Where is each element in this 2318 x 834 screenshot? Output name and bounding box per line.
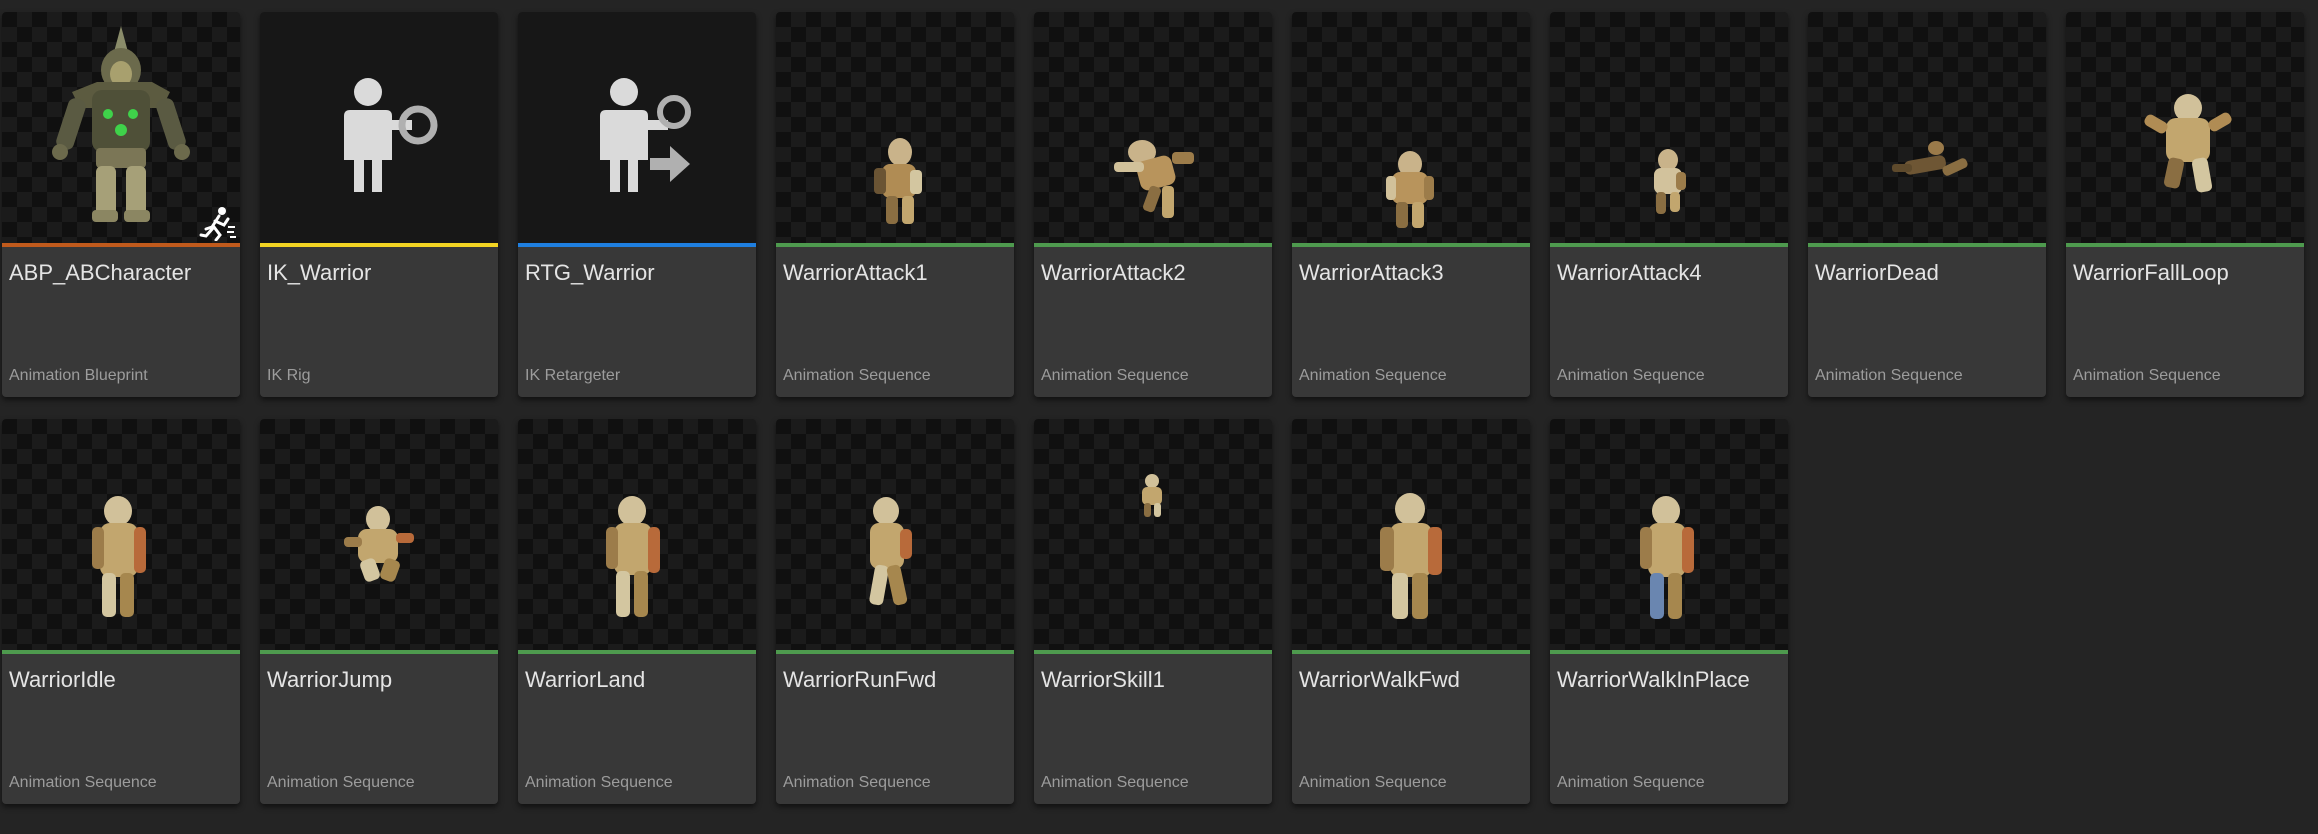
asset-tile-warrioridle[interactable]: WarriorIdle Animation Sequence: [2, 419, 240, 804]
asset-type: Animation Sequence: [1041, 774, 1189, 791]
asset-type: Animation Sequence: [1557, 367, 1705, 384]
asset-type: Animation Sequence: [9, 774, 157, 791]
asset-type-color-bar: [1550, 650, 1788, 654]
asset-thumbnail: [1550, 419, 1788, 650]
warrior-thumbnail: [92, 496, 146, 617]
asset-type: Animation Sequence: [525, 774, 673, 791]
asset-type-color-bar: [518, 650, 756, 654]
asset-thumbnail: [1808, 12, 2046, 243]
asset-name: WarriorLand: [525, 667, 646, 692]
asset-type-color-bar: [260, 650, 498, 654]
asset-tile-warriorjump[interactable]: WarriorJump Animation Sequence: [260, 419, 498, 804]
asset-type-color-bar: [2066, 243, 2304, 247]
asset-tile-warriorwalkinplace[interactable]: WarriorWalkInPlace Animation Sequence: [1550, 419, 1788, 804]
asset-name: WarriorAttack1: [783, 260, 928, 285]
asset-name: ABP_ABCharacter: [9, 260, 192, 285]
asset-type: IK Rig: [267, 367, 311, 384]
asset-thumbnail: [1292, 12, 1530, 243]
asset-thumbnail: [776, 419, 1014, 650]
warrior-thumbnail: [1380, 493, 1442, 619]
asset-type: Animation Sequence: [267, 774, 415, 791]
asset-type-color-bar: [2, 650, 240, 654]
asset-name: WarriorWalkInPlace: [1557, 667, 1750, 692]
asset-tile-ik-warrior[interactable]: IK_Warrior IK Rig: [260, 12, 498, 397]
asset-thumbnail: [260, 12, 498, 243]
asset-name: WarriorDead: [1815, 260, 1939, 285]
asset-thumbnail: [2066, 12, 2304, 243]
asset-name: WarriorAttack4: [1557, 260, 1702, 285]
asset-type: Animation Sequence: [2073, 367, 2221, 384]
asset-type-color-bar: [1034, 243, 1272, 247]
asset-thumbnail: [518, 12, 756, 243]
asset-type: Animation Sequence: [1557, 774, 1705, 791]
running-man-icon: [199, 207, 236, 241]
asset-type: Animation Sequence: [1299, 774, 1447, 791]
asset-name: WarriorFallLoop: [2073, 260, 2229, 285]
asset-type-color-bar: [1550, 243, 1788, 247]
asset-grid: ABP_ABCharacter Animation Blueprint IK_W…: [2, 12, 2318, 834]
asset-thumbnail: [1550, 12, 1788, 243]
asset-tile-warriorattack3[interactable]: WarriorAttack3 Animation Sequence: [1292, 12, 1530, 397]
asset-type: Animation Sequence: [783, 774, 931, 791]
warrior-thumbnail: [1892, 141, 1968, 176]
asset-tile-warriorwalkfwd[interactable]: WarriorWalkFwd Animation Sequence: [1292, 419, 1530, 804]
warrior-thumbnail: [1114, 140, 1194, 218]
warrior-thumbnail: [874, 138, 922, 224]
asset-tile-warriordead[interactable]: WarriorDead Animation Sequence: [1808, 12, 2046, 397]
ik-retargeter-icon: [600, 78, 691, 192]
warrior-thumbnail: [1640, 496, 1694, 619]
asset-name: WarriorAttack3: [1299, 260, 1444, 285]
asset-type-color-bar: [776, 243, 1014, 247]
asset-tile-warriorrunfwd[interactable]: WarriorRunFwd Animation Sequence: [776, 419, 1014, 804]
asset-type: IK Retargeter: [525, 367, 621, 384]
warrior-thumbnail: [869, 497, 912, 606]
ik-rig-icon: [344, 78, 438, 192]
asset-thumbnail: [2, 12, 240, 243]
asset-type-color-bar: [518, 243, 756, 247]
asset-tile-warriorland[interactable]: WarriorLand Animation Sequence: [518, 419, 756, 804]
asset-type: Animation Sequence: [1299, 367, 1447, 384]
warrior-thumbnail: [1386, 151, 1434, 228]
asset-thumbnail: [260, 419, 498, 650]
asset-thumbnail: [518, 419, 756, 650]
warrior-thumbnail: [1654, 149, 1686, 214]
asset-type: Animation Blueprint: [9, 367, 148, 384]
asset-thumbnail: [1034, 12, 1272, 243]
asset-type-color-bar: [1292, 243, 1530, 247]
warrior-thumbnail: [344, 506, 414, 582]
asset-tile-warriorattack4[interactable]: WarriorAttack4 Animation Sequence: [1550, 12, 1788, 397]
asset-type-color-bar: [776, 650, 1014, 654]
asset-tile-warriorattack2[interactable]: WarriorAttack2 Animation Sequence: [1034, 12, 1272, 397]
asset-type-color-bar: [1292, 650, 1530, 654]
asset-thumbnail: [776, 12, 1014, 243]
asset-type: Animation Sequence: [1041, 367, 1189, 384]
asset-name: WarriorSkill1: [1041, 667, 1165, 692]
asset-name: WarriorRunFwd: [783, 667, 937, 692]
asset-thumbnail: [1292, 419, 1530, 650]
warrior-thumbnail: [1142, 474, 1162, 517]
asset-name: IK_Warrior: [267, 260, 372, 285]
asset-thumbnail: [2, 419, 240, 650]
asset-type-color-bar: [260, 243, 498, 247]
asset-type: Animation Sequence: [1815, 367, 1963, 384]
asset-tile-rtg-warrior[interactable]: RTG_Warrior IK Retargeter: [518, 12, 756, 397]
warrior-thumbnail: [606, 496, 660, 617]
warrior-thumbnail: [2144, 94, 2232, 193]
asset-name: WarriorIdle: [9, 667, 116, 692]
asset-type: Animation Sequence: [783, 367, 931, 384]
asset-thumbnail: [1034, 419, 1272, 650]
asset-tile-warriorattack1[interactable]: WarriorAttack1 Animation Sequence: [776, 12, 1014, 397]
asset-name: RTG_Warrior: [525, 260, 655, 285]
asset-name: WarriorAttack2: [1041, 260, 1186, 285]
asset-type-color-bar: [1034, 650, 1272, 654]
asset-name: WarriorWalkFwd: [1299, 667, 1460, 692]
asset-name: WarriorJump: [267, 667, 393, 692]
asset-type-color-bar: [2, 243, 240, 247]
asset-tile-warriorskill1[interactable]: WarriorSkill1 Animation Sequence: [1034, 419, 1272, 804]
asset-tile-warriorfallloop[interactable]: WarriorFallLoop Animation Sequence: [2066, 12, 2304, 397]
asset-tile-abp-abcharacter[interactable]: ABP_ABCharacter Animation Blueprint: [2, 12, 240, 397]
asset-type-color-bar: [1808, 243, 2046, 247]
